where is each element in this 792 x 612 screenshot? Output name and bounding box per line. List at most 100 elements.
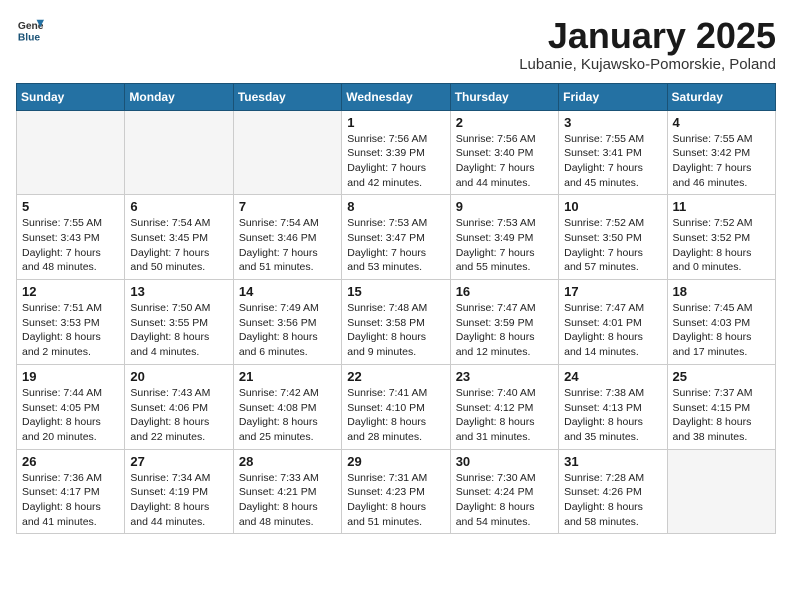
day-number: 23 (456, 369, 553, 384)
day-number: 2 (456, 115, 553, 130)
day-number: 21 (239, 369, 336, 384)
day-number: 27 (130, 454, 227, 469)
weekday-header-thursday: Thursday (450, 83, 558, 110)
day-number: 3 (564, 115, 661, 130)
calendar-cell: 2 Sunrise: 7:56 AM Sunset: 3:40 PM Daylig… (450, 110, 558, 195)
calendar-cell: 19 Sunrise: 7:44 AM Sunset: 4:05 PM Dayli… (17, 364, 125, 449)
calendar-cell: 18 Sunrise: 7:45 AM Sunset: 4:03 PM Dayli… (667, 280, 775, 365)
svg-text:Blue: Blue (18, 32, 41, 43)
calendar-cell: 27 Sunrise: 7:34 AM Sunset: 4:19 PM Dayli… (125, 449, 233, 534)
day-number: 8 (347, 199, 444, 214)
weekday-header-wednesday: Wednesday (342, 83, 450, 110)
title-section: January 2025 Lubanie, Kujawsko-Pomorskie… (519, 16, 776, 73)
day-info: Sunrise: 7:36 AM Sunset: 4:17 PM Dayligh… (22, 471, 119, 530)
day-info: Sunrise: 7:47 AM Sunset: 4:01 PM Dayligh… (564, 301, 661, 360)
week-row-3: 12 Sunrise: 7:51 AM Sunset: 3:53 PM Dayli… (17, 280, 776, 365)
day-number: 22 (347, 369, 444, 384)
day-number: 17 (564, 284, 661, 299)
day-info: Sunrise: 7:42 AM Sunset: 4:08 PM Dayligh… (239, 386, 336, 445)
calendar-cell: 13 Sunrise: 7:50 AM Sunset: 3:55 PM Dayli… (125, 280, 233, 365)
day-info: Sunrise: 7:51 AM Sunset: 3:53 PM Dayligh… (22, 301, 119, 360)
day-info: Sunrise: 7:50 AM Sunset: 3:55 PM Dayligh… (130, 301, 227, 360)
calendar-cell: 5Sunrise: 7:55 AM Sunset: 3:43 PM Daylig… (17, 195, 125, 280)
calendar-cell: 4Sunrise: 7:55 AM Sunset: 3:42 PM Daylig… (667, 110, 775, 195)
day-number: 1 (347, 115, 444, 130)
calendar-cell: 7Sunrise: 7:54 AM Sunset: 3:46 PM Daylig… (233, 195, 341, 280)
day-info: Sunrise: 7:48 AM Sunset: 3:58 PM Dayligh… (347, 301, 444, 360)
calendar-cell: 24 Sunrise: 7:38 AM Sunset: 4:13 PM Dayli… (559, 364, 667, 449)
day-number: 9 (456, 199, 553, 214)
calendar-cell: 6Sunrise: 7:54 AM Sunset: 3:45 PM Daylig… (125, 195, 233, 280)
day-info: Sunrise: 7:45 AM Sunset: 4:03 PM Dayligh… (673, 301, 770, 360)
calendar-cell: 30 Sunrise: 7:30 AM Sunset: 4:24 PM Dayli… (450, 449, 558, 534)
day-info: Sunrise: 7:53 AM Sunset: 3:49 PM Dayligh… (456, 216, 553, 275)
day-number: 12 (22, 284, 119, 299)
day-number: 26 (22, 454, 119, 469)
calendar-cell (125, 110, 233, 195)
day-number: 13 (130, 284, 227, 299)
day-number: 31 (564, 454, 661, 469)
day-number: 18 (673, 284, 770, 299)
day-info: Sunrise: 7:28 AM Sunset: 4:26 PM Dayligh… (564, 471, 661, 530)
day-info: Sunrise: 7:56 AM Sunset: 3:40 PM Dayligh… (456, 132, 553, 191)
calendar-cell: 14 Sunrise: 7:49 AM Sunset: 3:56 PM Dayli… (233, 280, 341, 365)
weekday-header-row: SundayMondayTuesdayWednesdayThursdayFrid… (17, 83, 776, 110)
day-number: 24 (564, 369, 661, 384)
day-number: 14 (239, 284, 336, 299)
calendar-cell: 16 Sunrise: 7:47 AM Sunset: 3:59 PM Dayli… (450, 280, 558, 365)
calendar-subtitle: Lubanie, Kujawsko-Pomorskie, Poland (519, 56, 776, 73)
day-info: Sunrise: 7:54 AM Sunset: 3:45 PM Dayligh… (130, 216, 227, 275)
day-number: 10 (564, 199, 661, 214)
calendar-cell: 20 Sunrise: 7:43 AM Sunset: 4:06 PM Dayli… (125, 364, 233, 449)
calendar-cell: 29 Sunrise: 7:31 AM Sunset: 4:23 PM Dayli… (342, 449, 450, 534)
logo: General Blue (16, 16, 44, 44)
calendar-cell: 3 Sunrise: 7:55 AM Sunset: 3:41 PM Daylig… (559, 110, 667, 195)
calendar-cell: 22Sunrise: 7:41 AM Sunset: 4:10 PM Dayli… (342, 364, 450, 449)
week-row-4: 19 Sunrise: 7:44 AM Sunset: 4:05 PM Dayli… (17, 364, 776, 449)
calendar-cell (17, 110, 125, 195)
day-number: 20 (130, 369, 227, 384)
day-number: 19 (22, 369, 119, 384)
day-info: Sunrise: 7:30 AM Sunset: 4:24 PM Dayligh… (456, 471, 553, 530)
day-info: Sunrise: 7:31 AM Sunset: 4:23 PM Dayligh… (347, 471, 444, 530)
day-info: Sunrise: 7:38 AM Sunset: 4:13 PM Dayligh… (564, 386, 661, 445)
day-info: Sunrise: 7:53 AM Sunset: 3:47 PM Dayligh… (347, 216, 444, 275)
calendar-cell: 31 Sunrise: 7:28 AM Sunset: 4:26 PM Dayli… (559, 449, 667, 534)
day-info: Sunrise: 7:47 AM Sunset: 3:59 PM Dayligh… (456, 301, 553, 360)
day-info: Sunrise: 7:44 AM Sunset: 4:05 PM Dayligh… (22, 386, 119, 445)
weekday-header-tuesday: Tuesday (233, 83, 341, 110)
week-row-2: 5Sunrise: 7:55 AM Sunset: 3:43 PM Daylig… (17, 195, 776, 280)
calendar-cell: 8 Sunrise: 7:53 AM Sunset: 3:47 PM Daylig… (342, 195, 450, 280)
day-info: Sunrise: 7:52 AM Sunset: 3:50 PM Dayligh… (564, 216, 661, 275)
weekday-header-friday: Friday (559, 83, 667, 110)
day-number: 30 (456, 454, 553, 469)
day-info: Sunrise: 7:40 AM Sunset: 4:12 PM Dayligh… (456, 386, 553, 445)
day-number: 11 (673, 199, 770, 214)
week-row-5: 26 Sunrise: 7:36 AM Sunset: 4:17 PM Dayli… (17, 449, 776, 534)
day-info: Sunrise: 7:43 AM Sunset: 4:06 PM Dayligh… (130, 386, 227, 445)
calendar-cell: 25Sunrise: 7:37 AM Sunset: 4:15 PM Dayli… (667, 364, 775, 449)
calendar-cell: 1Sunrise: 7:56 AM Sunset: 3:39 PM Daylig… (342, 110, 450, 195)
calendar-cell (667, 449, 775, 534)
day-info: Sunrise: 7:49 AM Sunset: 3:56 PM Dayligh… (239, 301, 336, 360)
week-row-1: 1Sunrise: 7:56 AM Sunset: 3:39 PM Daylig… (17, 110, 776, 195)
day-number: 4 (673, 115, 770, 130)
day-number: 16 (456, 284, 553, 299)
calendar-cell: 11Sunrise: 7:52 AM Sunset: 3:52 PM Dayli… (667, 195, 775, 280)
day-info: Sunrise: 7:34 AM Sunset: 4:19 PM Dayligh… (130, 471, 227, 530)
day-info: Sunrise: 7:55 AM Sunset: 3:41 PM Dayligh… (564, 132, 661, 191)
calendar-cell: 17 Sunrise: 7:47 AM Sunset: 4:01 PM Dayli… (559, 280, 667, 365)
calendar-cell: 28 Sunrise: 7:33 AM Sunset: 4:21 PM Dayli… (233, 449, 341, 534)
logo-icon: General Blue (16, 16, 44, 44)
day-number: 28 (239, 454, 336, 469)
calendar-cell: 15Sunrise: 7:48 AM Sunset: 3:58 PM Dayli… (342, 280, 450, 365)
day-number: 7 (239, 199, 336, 214)
weekday-header-monday: Monday (125, 83, 233, 110)
weekday-header-saturday: Saturday (667, 83, 775, 110)
calendar-cell: 21 Sunrise: 7:42 AM Sunset: 4:08 PM Dayli… (233, 364, 341, 449)
calendar-cell (233, 110, 341, 195)
day-number: 29 (347, 454, 444, 469)
calendar-cell: 9 Sunrise: 7:53 AM Sunset: 3:49 PM Daylig… (450, 195, 558, 280)
day-info: Sunrise: 7:33 AM Sunset: 4:21 PM Dayligh… (239, 471, 336, 530)
calendar-cell: 23 Sunrise: 7:40 AM Sunset: 4:12 PM Dayli… (450, 364, 558, 449)
